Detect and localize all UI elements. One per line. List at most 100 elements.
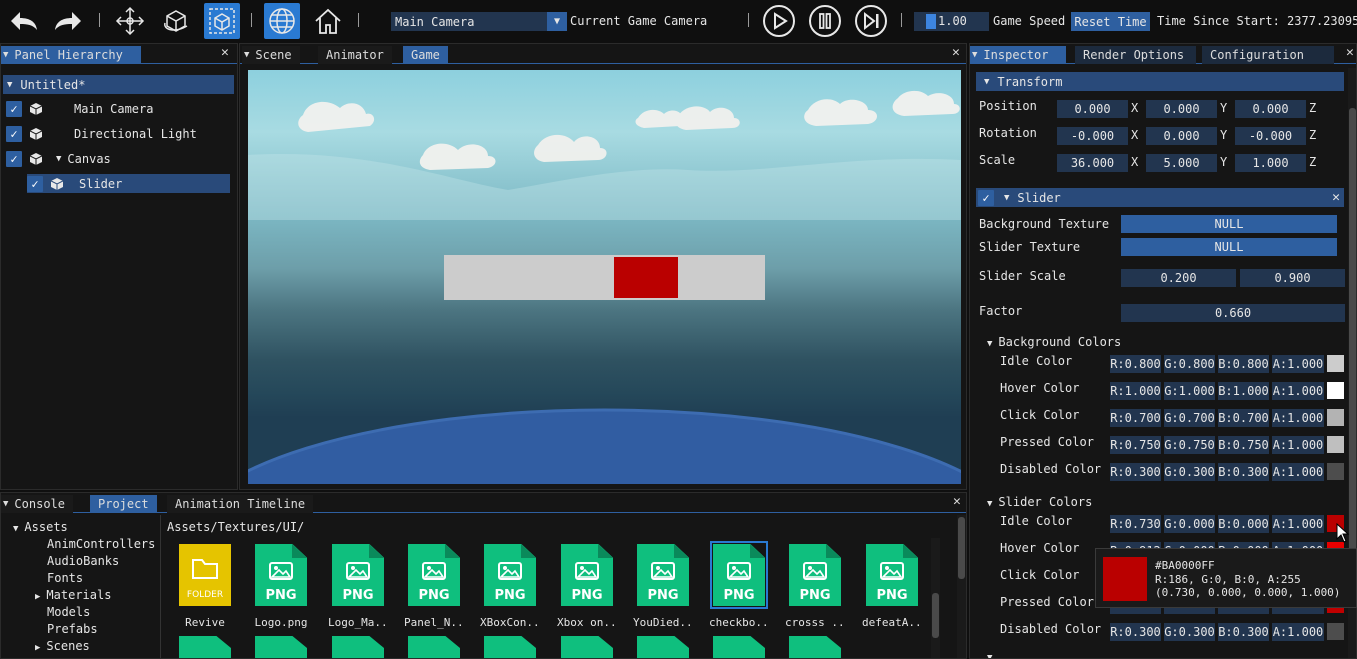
color-g-field[interactable]: G:0.800: [1164, 355, 1215, 373]
files-scrollbar[interactable]: [931, 538, 940, 658]
hierarchy-item-slider[interactable]: ✓ Slider: [27, 174, 230, 193]
transform-header[interactable]: ▼ Transform: [976, 72, 1344, 91]
collapse-icon[interactable]: ▼: [56, 154, 61, 164]
play-icon[interactable]: [761, 3, 797, 39]
color-a-field[interactable]: A:1.000: [1272, 355, 1324, 373]
collapse-icon[interactable]: ▼: [987, 653, 992, 658]
tab-scene[interactable]: ▼ Scene: [242, 46, 300, 64]
project-tree-item[interactable]: Fonts: [47, 571, 83, 585]
rotation-z-field[interactable]: -0.000: [1235, 127, 1306, 145]
png-file-icon[interactable]: [713, 636, 765, 658]
color-b-field[interactable]: B:0.000: [1218, 515, 1269, 533]
slider-component-header[interactable]: ✓ ▼ Slider ✕: [976, 188, 1344, 207]
file-item[interactable]: PNG checkbo...: [709, 541, 769, 629]
color-b-field[interactable]: B:0.300: [1218, 463, 1269, 481]
color-swatch[interactable]: [1327, 355, 1344, 372]
project-tree-item[interactable]: ▼ Assets: [13, 520, 68, 534]
tab-animation-timeline[interactable]: Animation Timeline: [167, 495, 314, 513]
pause-icon[interactable]: [807, 3, 843, 39]
color-r-field[interactable]: R:0.700: [1110, 409, 1161, 427]
move-tool-icon[interactable]: [112, 3, 148, 39]
color-swatch[interactable]: [1327, 382, 1344, 399]
camera-select[interactable]: Main Camera ▼: [391, 12, 567, 31]
checkbox-checked-icon[interactable]: ✓: [27, 175, 43, 192]
speed-slider-grab[interactable]: [926, 14, 936, 29]
color-a-field[interactable]: A:1.000: [1272, 382, 1324, 400]
color-g-field[interactable]: G:0.750: [1164, 436, 1215, 454]
color-swatch[interactable]: [1327, 409, 1344, 426]
rotation-y-field[interactable]: 0.000: [1146, 127, 1217, 145]
color-b-field[interactable]: B:1.000: [1218, 382, 1269, 400]
color-swatch[interactable]: [1327, 436, 1344, 453]
png-file-icon[interactable]: [179, 636, 231, 658]
project-tree-item[interactable]: Models: [47, 605, 90, 619]
color-r-field[interactable]: R:0.300: [1110, 623, 1161, 641]
checkbox-checked-icon[interactable]: ✓: [978, 189, 994, 206]
file-item[interactable]: PNG crosss ...: [785, 544, 845, 629]
project-tree-item[interactable]: AnimControllers: [47, 537, 155, 551]
color-g-field[interactable]: G:1.000: [1164, 382, 1215, 400]
color-a-field[interactable]: A:1.000: [1272, 463, 1324, 481]
game-speed-slider[interactable]: 1.00: [914, 12, 989, 31]
redo-icon[interactable]: [50, 3, 86, 39]
slider-texture-field[interactable]: NULL: [1121, 238, 1337, 256]
project-tree-item[interactable]: ▶ Materials: [35, 588, 111, 602]
color-g-field[interactable]: G:0.300: [1164, 623, 1215, 641]
position-x-field[interactable]: 0.000: [1057, 100, 1128, 118]
project-tree-item[interactable]: Prefabs: [47, 622, 98, 636]
step-icon[interactable]: [853, 3, 889, 39]
color-swatch[interactable]: [1327, 623, 1344, 640]
factor-field[interactable]: 0.660: [1121, 304, 1345, 322]
png-file-icon[interactable]: [637, 636, 689, 658]
slider-scale-y-field[interactable]: 0.900: [1240, 269, 1345, 287]
file-item[interactable]: PNG Logo.png: [251, 544, 311, 629]
tab-inspector[interactable]: ▼ Inspector: [970, 46, 1067, 64]
slider-scale-x-field[interactable]: 0.200: [1121, 269, 1236, 287]
file-item[interactable]: PNG Panel_N...: [404, 544, 464, 629]
png-file-icon[interactable]: [561, 636, 613, 658]
checkbox-checked-icon[interactable]: ✓: [6, 150, 22, 167]
scene-root[interactable]: ▼ Untitled*: [3, 75, 234, 94]
rotate-tool-icon[interactable]: [158, 3, 194, 39]
rotation-x-field[interactable]: -0.000: [1057, 127, 1128, 145]
background-texture-field[interactable]: NULL: [1121, 215, 1337, 233]
inspector-scroll-thumb[interactable]: [1349, 108, 1356, 588]
file-item[interactable]: PNG XBoxCon...: [480, 544, 540, 629]
close-icon[interactable]: ✕: [1346, 45, 1354, 60]
tab-animator[interactable]: Animator: [318, 46, 392, 64]
file-item[interactable]: PNG Xbox on...: [557, 544, 617, 629]
color-g-field[interactable]: G:0.000: [1164, 515, 1215, 533]
png-file-icon[interactable]: [789, 636, 841, 658]
scale-x-field[interactable]: 36.000: [1057, 154, 1128, 172]
close-icon[interactable]: ✕: [1332, 190, 1340, 205]
checkbox-checked-icon[interactable]: ✓: [6, 100, 22, 117]
file-item[interactable]: PNG YouDied...: [633, 544, 693, 629]
color-b-field[interactable]: B:0.700: [1218, 409, 1269, 427]
color-b-field[interactable]: B:0.750: [1218, 436, 1269, 454]
color-b-field[interactable]: B:0.300: [1218, 623, 1269, 641]
png-file-icon[interactable]: [408, 636, 460, 658]
color-a-field[interactable]: A:1.000: [1272, 515, 1324, 533]
slider-colors-header[interactable]: ▼ Slider Colors: [987, 495, 1092, 509]
panel-scrollbar[interactable]: [957, 515, 966, 658]
close-icon[interactable]: ✕: [221, 45, 229, 60]
tab-render-options[interactable]: Render Options: [1075, 46, 1196, 64]
close-icon[interactable]: ✕: [952, 45, 960, 60]
scale-tool-icon[interactable]: [204, 3, 240, 39]
color-swatch[interactable]: [1327, 463, 1344, 480]
png-file-icon[interactable]: [332, 636, 384, 658]
undo-icon[interactable]: [6, 3, 42, 39]
reset-time-button[interactable]: Reset Time: [1071, 12, 1150, 31]
game-slider-background[interactable]: [444, 255, 765, 300]
color-r-field[interactable]: R:0.750: [1110, 436, 1161, 454]
files-scroll-thumb[interactable]: [932, 593, 939, 638]
game-viewport[interactable]: [248, 70, 961, 484]
game-slider-handle[interactable]: [614, 257, 678, 298]
checkbox-checked-icon[interactable]: ✓: [6, 125, 22, 142]
position-z-field[interactable]: 0.000: [1235, 100, 1306, 118]
color-a-field[interactable]: A:1.000: [1272, 409, 1324, 427]
color-g-field[interactable]: G:0.700: [1164, 409, 1215, 427]
home-icon[interactable]: [310, 3, 346, 39]
color-r-field[interactable]: R:0.800: [1110, 355, 1161, 373]
png-file-icon[interactable]: [484, 636, 536, 658]
